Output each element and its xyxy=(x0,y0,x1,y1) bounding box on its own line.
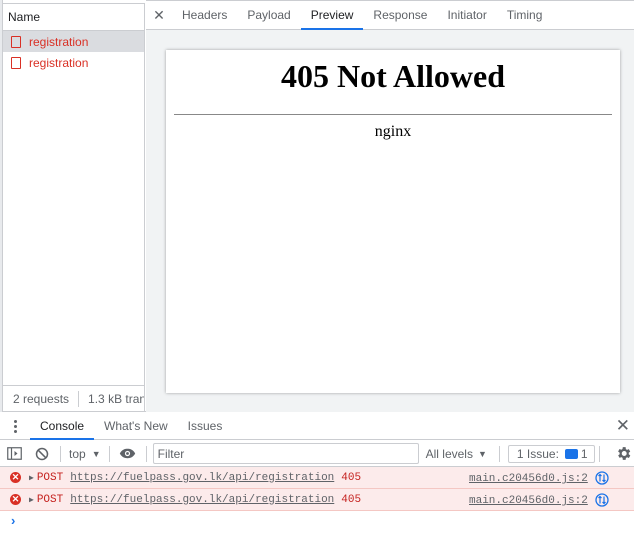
source-link[interactable]: main.c20456d0.js:2 xyxy=(469,495,588,507)
caret-down-icon: ▼ xyxy=(477,448,487,459)
eye-icon[interactable] xyxy=(114,441,142,467)
close-drawer-icon[interactable]: ✕ xyxy=(616,417,630,435)
tab-issues[interactable]: Issues xyxy=(178,413,233,439)
source-link[interactable]: main.c20456d0.js:2 xyxy=(469,473,588,485)
network-request-icon[interactable] xyxy=(595,493,609,511)
toolbar-separator xyxy=(145,445,147,462)
name-column-header[interactable]: Name xyxy=(3,4,144,31)
request-row[interactable]: registration xyxy=(3,31,144,52)
issues-counter-button[interactable]: 1 Issue: 1 xyxy=(507,444,595,463)
toolbar-separator xyxy=(598,445,600,462)
tab-initiator[interactable]: Initiator xyxy=(437,1,496,29)
caret-down-icon: ▼ xyxy=(91,448,101,459)
sidebar-toggle-icon[interactable] xyxy=(0,441,28,467)
toolbar-separator xyxy=(60,445,61,462)
context-value: top xyxy=(69,446,86,461)
clear-console-icon[interactable] xyxy=(28,441,56,467)
request-method: POST xyxy=(36,493,64,506)
toolbar-separator xyxy=(108,445,110,462)
request-url-link[interactable]: https://fuelpass.gov.lk/api/registration xyxy=(70,472,334,484)
preview-heading: 405 Not Allowed xyxy=(281,58,505,94)
request-list: Name registration registration 2 request… xyxy=(3,3,145,412)
drawer-tabbar: Console What's New Issues ✕ xyxy=(0,413,634,440)
gear-icon[interactable] xyxy=(615,445,632,465)
console-error-row: ✕ ▶ POST https://fuelpass.gov.lk/api/reg… xyxy=(0,489,634,511)
toolbar-separator xyxy=(498,445,500,462)
network-panel: Name registration registration 2 request… xyxy=(0,0,634,412)
request-count: 2 requests xyxy=(3,391,80,407)
console-toolbar: top ▼ All levels ▼ 1 Issue: 1 xyxy=(0,441,634,467)
server-name: nginx xyxy=(374,123,412,140)
request-row[interactable]: registration xyxy=(3,52,144,73)
more-options-icon[interactable] xyxy=(0,413,30,439)
status-code: 405 xyxy=(341,493,362,506)
error-icon: ✕ xyxy=(10,472,21,483)
request-name: registration xyxy=(29,34,89,49)
tab-payload[interactable]: Payload xyxy=(237,1,300,29)
context-selector[interactable]: top ▼ xyxy=(65,447,105,461)
request-detail: ✕ Headers Payload Preview Response Initi… xyxy=(146,0,634,412)
transferred-size: 1.3 kB transferred xyxy=(88,392,144,406)
filter-input[interactable] xyxy=(152,443,419,464)
response-preview: 405 Not Allowed nginx xyxy=(166,50,620,393)
console-prompt[interactable]: › xyxy=(11,513,15,528)
detail-tabbar: ✕ Headers Payload Preview Response Initi… xyxy=(146,0,634,30)
tab-headers[interactable]: Headers xyxy=(172,1,237,29)
log-levels-dropdown[interactable]: All levels ▼ xyxy=(419,447,495,461)
tab-console[interactable]: Console xyxy=(30,413,95,440)
preview-divider xyxy=(174,114,612,115)
expand-triangle-icon[interactable]: ▶ xyxy=(29,495,34,505)
tab-response[interactable]: Response xyxy=(363,1,437,29)
expand-triangle-icon[interactable]: ▶ xyxy=(29,473,34,483)
levels-value: All levels xyxy=(425,446,473,461)
console-error-row: ✕ ▶ POST https://fuelpass.gov.lk/api/reg… xyxy=(0,467,634,489)
document-icon xyxy=(11,35,21,48)
error-icon: ✕ xyxy=(10,494,21,505)
tab-timing[interactable]: Timing xyxy=(497,1,553,29)
request-url-link[interactable]: https://fuelpass.gov.lk/api/registration xyxy=(70,494,334,506)
issues-label: 1 Issue: xyxy=(516,446,559,461)
request-name: registration xyxy=(29,55,89,70)
tab-preview[interactable]: Preview xyxy=(300,1,364,30)
close-detail-icon[interactable]: ✕ xyxy=(146,1,172,29)
status-code: 405 xyxy=(341,471,362,484)
document-icon xyxy=(11,56,21,69)
network-request-icon[interactable] xyxy=(595,471,609,489)
request-method: POST xyxy=(36,471,64,484)
tab-whats-new[interactable]: What's New xyxy=(94,413,178,439)
request-summary: 2 requests 1.3 kB transferred xyxy=(3,385,144,412)
issues-count: 1 xyxy=(580,446,588,461)
message-icon xyxy=(564,448,578,459)
